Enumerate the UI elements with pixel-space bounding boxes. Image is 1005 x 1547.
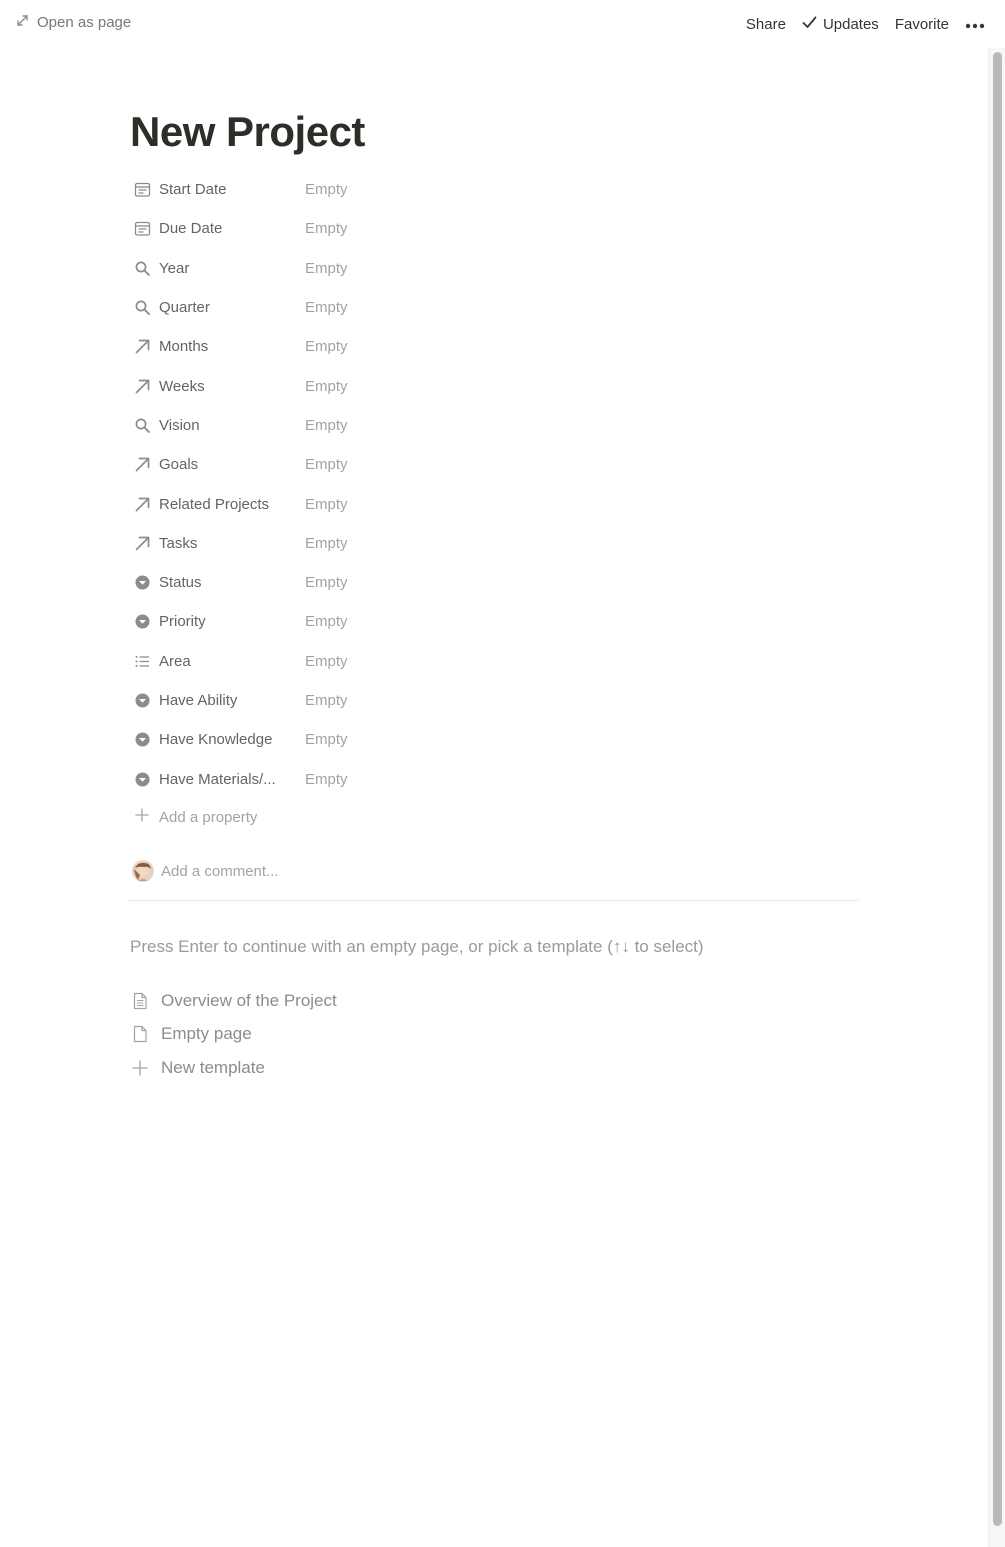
property-label[interactable]: Have Ability bbox=[159, 692, 299, 709]
property-value[interactable]: Empty bbox=[305, 771, 348, 788]
property-label[interactable]: Priority bbox=[159, 613, 299, 630]
property-value[interactable]: Empty bbox=[305, 299, 348, 316]
template-item[interactable]: Empty page bbox=[130, 1018, 337, 1052]
open-as-page-label: Open as page bbox=[37, 14, 132, 31]
checkmark-icon bbox=[802, 15, 817, 34]
property-value[interactable]: Empty bbox=[305, 417, 348, 434]
property-row[interactable]: Year Empty bbox=[130, 249, 730, 288]
property-row[interactable]: Priority Empty bbox=[130, 602, 730, 641]
relation-arrow-icon bbox=[132, 455, 152, 475]
properties-list: Start Date Empty Due Date Empty Year Empty Qua… bbox=[130, 170, 730, 799]
property-label[interactable]: Vision bbox=[159, 417, 299, 434]
relation-arrow-icon bbox=[132, 337, 152, 357]
open-as-page-button[interactable]: Open as page bbox=[16, 14, 131, 31]
property-value[interactable]: Empty bbox=[305, 692, 348, 709]
template-label: Overview of the Project bbox=[161, 990, 337, 1010]
search-icon bbox=[132, 258, 152, 278]
template-item[interactable]: Overview of the Project bbox=[130, 984, 337, 1018]
property-label[interactable]: Months bbox=[159, 338, 299, 355]
property-label[interactable]: Goals bbox=[159, 456, 299, 473]
select-icon bbox=[132, 769, 152, 789]
updates-button[interactable]: Updates bbox=[794, 13, 887, 36]
property-value[interactable]: Empty bbox=[305, 496, 348, 513]
property-label[interactable]: Weeks bbox=[159, 378, 299, 395]
search-icon bbox=[132, 415, 152, 435]
property-row[interactable]: Weeks Empty bbox=[130, 366, 730, 405]
property-value[interactable]: Empty bbox=[305, 535, 348, 552]
property-row[interactable]: Tasks Empty bbox=[130, 524, 730, 563]
property-value[interactable]: Empty bbox=[305, 181, 348, 198]
property-label[interactable]: Tasks bbox=[159, 535, 299, 552]
select-icon bbox=[132, 730, 152, 750]
multi-select-icon bbox=[132, 651, 152, 671]
template-item[interactable]: New template bbox=[130, 1051, 337, 1085]
relation-arrow-icon bbox=[132, 494, 152, 514]
property-value[interactable]: Empty bbox=[305, 731, 348, 748]
calendar-icon bbox=[132, 180, 152, 200]
property-row[interactable]: Area Empty bbox=[130, 642, 730, 681]
avatar bbox=[132, 860, 154, 882]
template-label: New template bbox=[161, 1057, 265, 1077]
ellipsis-icon bbox=[965, 16, 985, 33]
document-icon bbox=[130, 1024, 150, 1044]
topbar: Open as page Share Updates Favorite bbox=[0, 0, 1005, 48]
property-row[interactable]: Months Empty bbox=[130, 327, 730, 366]
property-value[interactable]: Empty bbox=[305, 456, 348, 473]
comment-input[interactable]: Add a comment... bbox=[161, 863, 279, 880]
property-label[interactable]: Due Date bbox=[159, 220, 299, 237]
property-row[interactable]: Have Materials/... Empty bbox=[130, 759, 730, 798]
property-label[interactable]: Status bbox=[159, 574, 299, 591]
favorite-button[interactable]: Favorite bbox=[887, 14, 957, 35]
property-label[interactable]: Quarter bbox=[159, 299, 299, 316]
relation-arrow-icon bbox=[132, 533, 152, 553]
property-row[interactable]: Related Projects Empty bbox=[130, 484, 730, 523]
property-row[interactable]: Have Ability Empty bbox=[130, 681, 730, 720]
property-value[interactable]: Empty bbox=[305, 220, 348, 237]
property-label[interactable]: Have Knowledge bbox=[159, 731, 299, 748]
property-value[interactable]: Empty bbox=[305, 260, 348, 277]
property-label[interactable]: Start Date bbox=[159, 181, 299, 198]
share-button[interactable]: Share bbox=[738, 14, 794, 35]
expand-arrows-icon bbox=[16, 14, 29, 31]
property-row[interactable]: Status Empty bbox=[130, 563, 730, 602]
add-property-label: Add a property bbox=[159, 808, 258, 826]
select-icon bbox=[132, 691, 152, 711]
relation-arrow-icon bbox=[132, 376, 152, 396]
add-property-button[interactable]: Add a property bbox=[130, 798, 257, 836]
divider bbox=[128, 900, 859, 901]
plus-icon bbox=[130, 807, 159, 827]
document-text-icon bbox=[130, 991, 150, 1011]
search-icon bbox=[132, 298, 152, 318]
page-title[interactable]: New Project bbox=[130, 108, 365, 156]
property-value[interactable]: Empty bbox=[305, 653, 348, 670]
select-icon bbox=[132, 612, 152, 632]
property-value[interactable]: Empty bbox=[305, 378, 348, 395]
share-label: Share bbox=[745, 16, 786, 33]
property-row[interactable]: Due Date Empty bbox=[130, 209, 730, 248]
top-actions: Share Updates Favorite bbox=[738, 13, 993, 36]
property-row[interactable]: Quarter Empty bbox=[130, 288, 730, 327]
template-label: Empty page bbox=[161, 1024, 252, 1044]
favorite-label: Favorite bbox=[894, 16, 949, 33]
property-label[interactable]: Related Projects bbox=[159, 496, 299, 513]
property-row[interactable]: Vision Empty bbox=[130, 406, 730, 445]
property-label[interactable]: Have Materials/... bbox=[159, 771, 299, 788]
plus-icon bbox=[130, 1058, 150, 1078]
more-options-button[interactable] bbox=[957, 14, 993, 35]
property-value[interactable]: Empty bbox=[305, 574, 348, 591]
property-value[interactable]: Empty bbox=[305, 613, 348, 630]
property-row[interactable]: Goals Empty bbox=[130, 445, 730, 484]
scrollbar-thumb[interactable] bbox=[993, 52, 1002, 1526]
property-label[interactable]: Area bbox=[159, 653, 299, 670]
select-icon bbox=[132, 573, 152, 593]
updates-label: Updates bbox=[822, 16, 879, 33]
property-row[interactable]: Have Knowledge Empty bbox=[130, 720, 730, 759]
comment-row: Add a comment... bbox=[132, 860, 279, 882]
property-row[interactable]: Start Date Empty bbox=[130, 170, 730, 209]
property-label[interactable]: Year bbox=[159, 260, 299, 277]
template-hint: Press Enter to continue with an empty pa… bbox=[130, 937, 704, 956]
calendar-icon bbox=[132, 219, 152, 239]
templates-list: Overview of the Project Empty page New tem… bbox=[130, 984, 337, 1085]
property-value[interactable]: Empty bbox=[305, 338, 348, 355]
